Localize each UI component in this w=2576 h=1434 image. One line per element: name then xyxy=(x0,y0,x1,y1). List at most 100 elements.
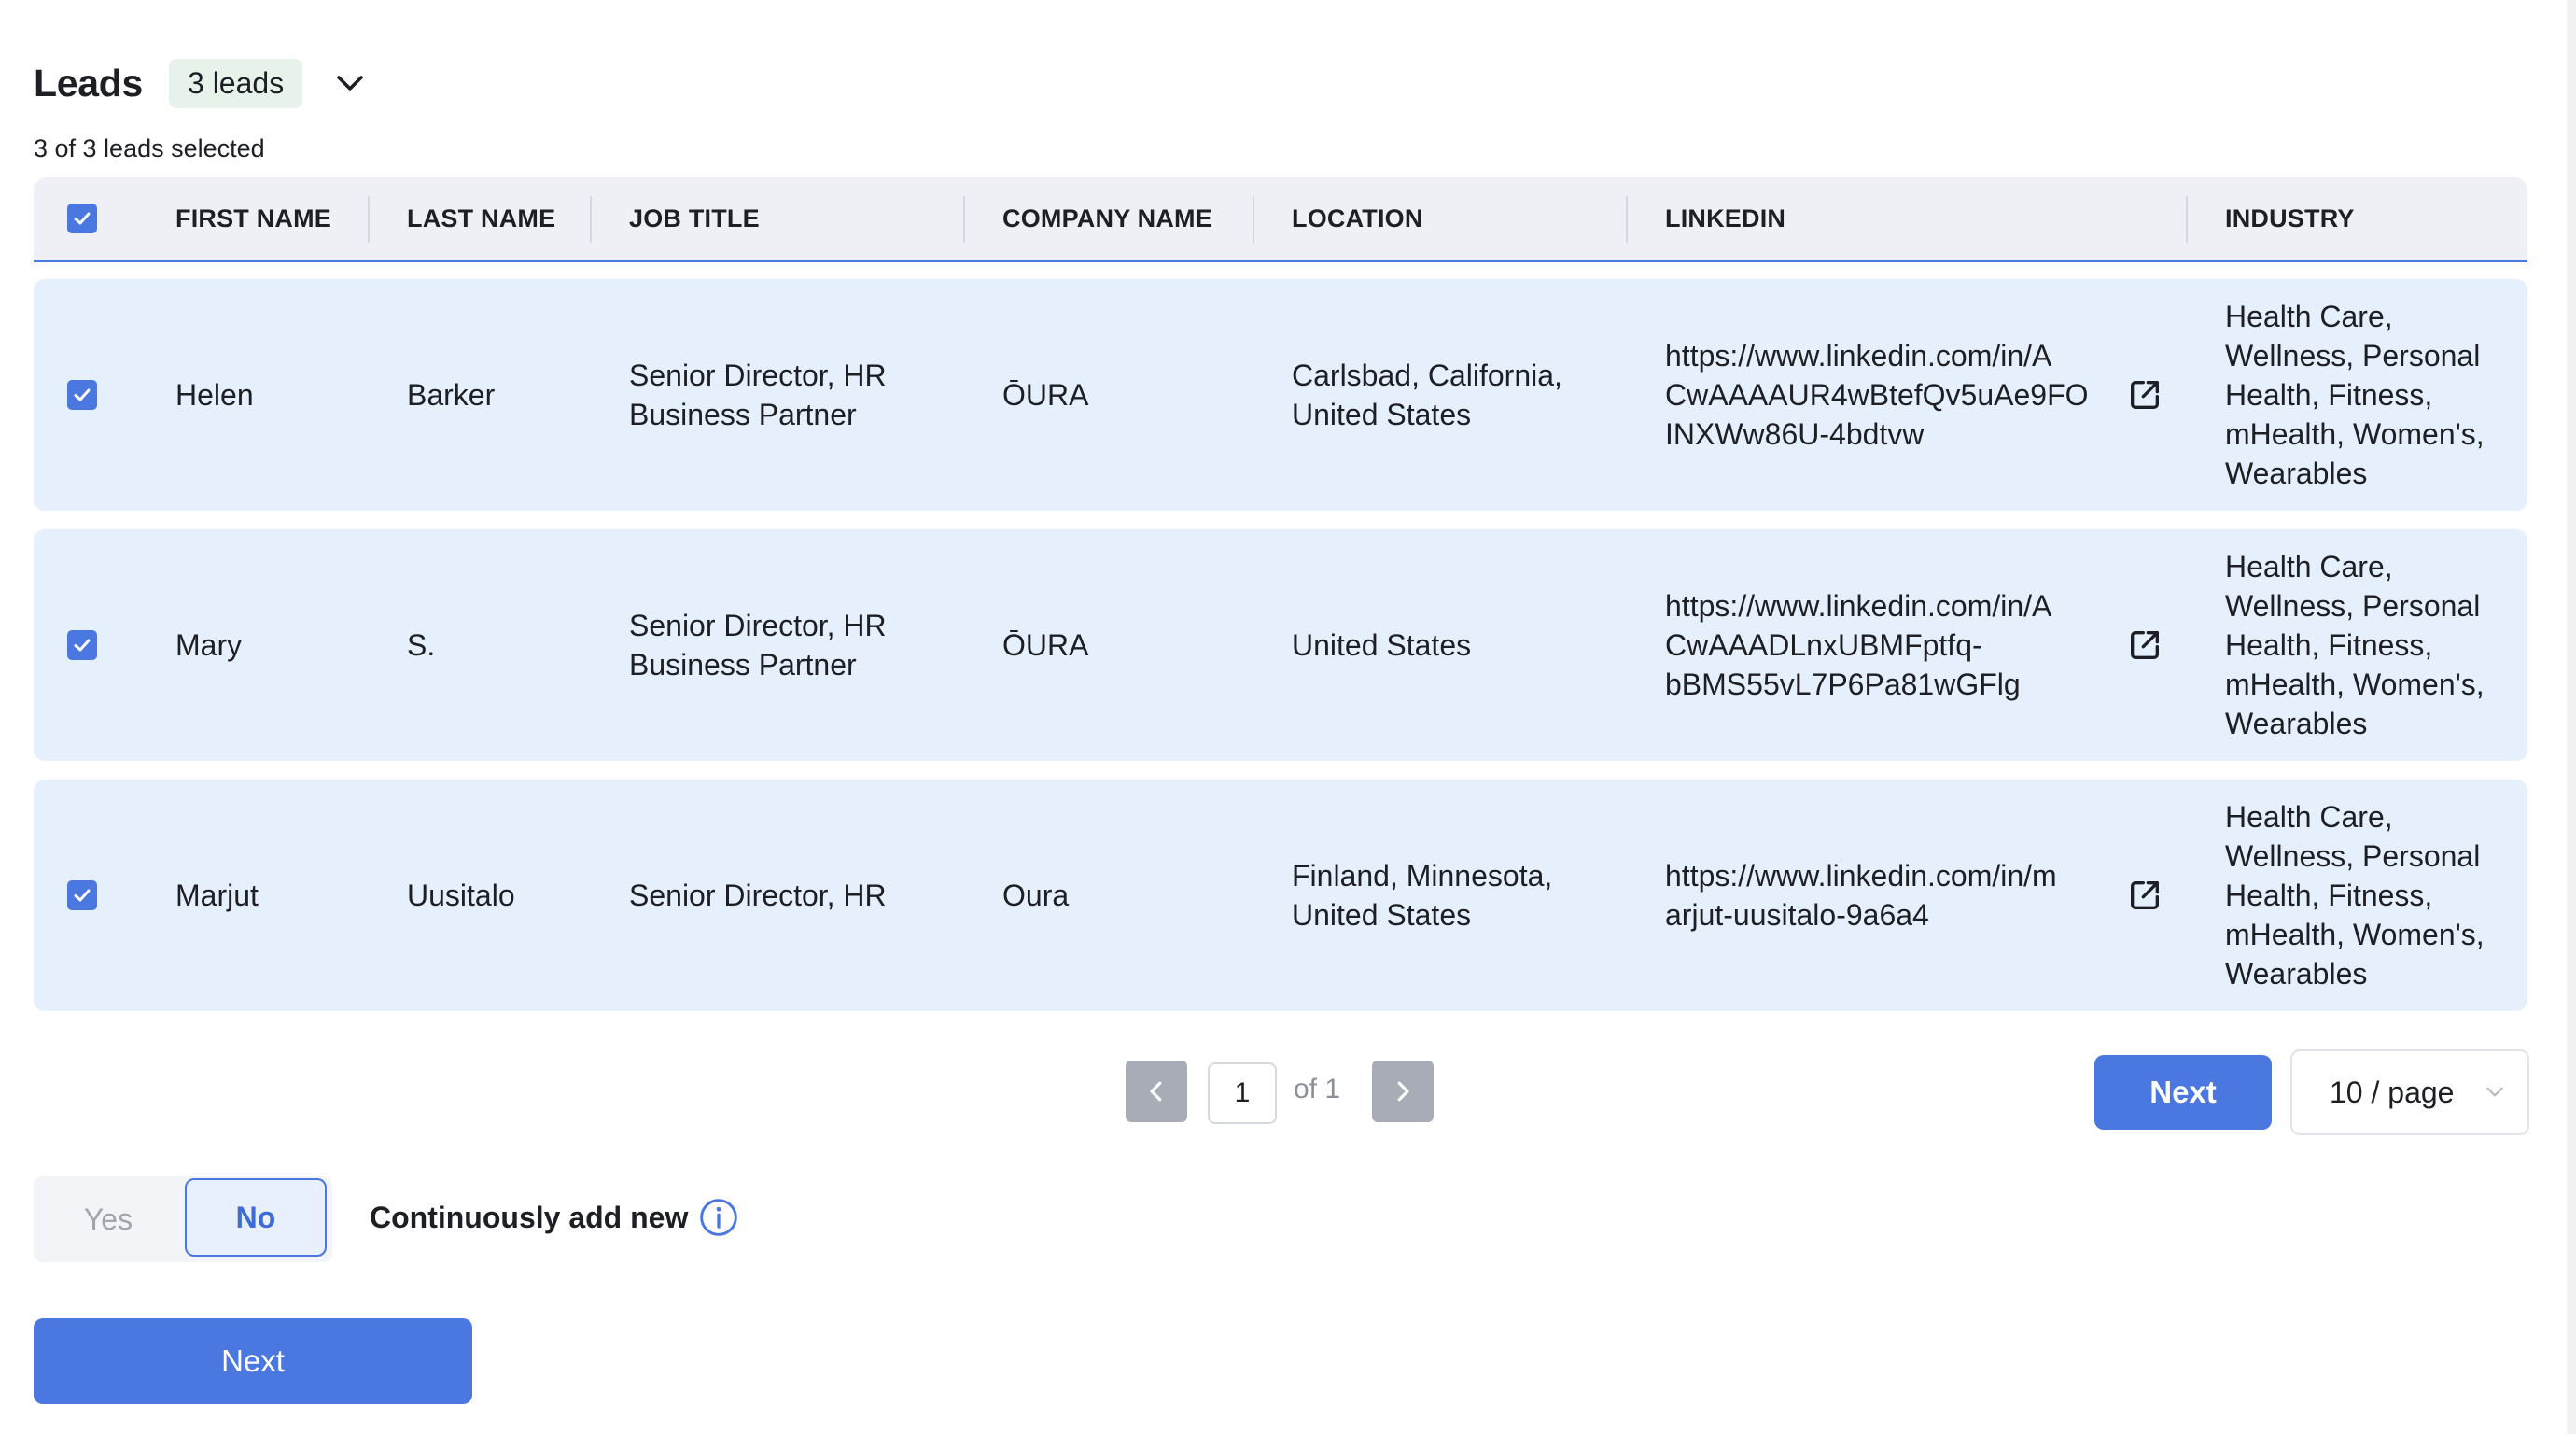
cell-first-name: Mary xyxy=(175,529,242,761)
industry-line: Wearables xyxy=(2225,957,2368,991)
industry-line: Health Care, xyxy=(2225,300,2393,333)
company-text: Oura xyxy=(1002,879,1070,912)
job-title-line: Senior Director, HR xyxy=(629,879,887,912)
row-select-cell xyxy=(67,529,97,761)
industry-line: mHealth, Women's, xyxy=(2225,668,2485,701)
row-select-cell xyxy=(67,279,97,511)
cell-job-title: Senior Director, HR xyxy=(629,780,887,1011)
industry-line: Wearables xyxy=(2225,457,2368,490)
linkedin-url-line: arjut-uusitalo-9a6a4 xyxy=(1665,898,1929,932)
select-all-checkbox[interactable] xyxy=(67,204,97,233)
column-divider[interactable] xyxy=(2186,196,2188,243)
row-checkbox[interactable] xyxy=(67,630,97,660)
column-divider[interactable] xyxy=(1626,196,1628,243)
cell-last-name: Uusitalo xyxy=(407,780,515,1011)
row-select-cell xyxy=(67,780,97,1011)
chevron-down-icon xyxy=(2486,1087,2503,1097)
company-text: ŌURA xyxy=(1002,628,1089,662)
row-checkbox[interactable] xyxy=(67,880,97,910)
cell-first-name: Marjut xyxy=(175,780,259,1011)
leads-table: FIRST NAME LAST NAME JOB TITLE COMPANY N… xyxy=(34,177,2527,1011)
column-header-last-name[interactable]: LAST NAME xyxy=(407,177,555,260)
column-header-company-name[interactable]: COMPANY NAME xyxy=(1002,177,1212,260)
job-title-line: Business Partner xyxy=(629,398,857,431)
table-row[interactable]: Mary S. Senior Director, HR Business Par… xyxy=(34,529,2527,761)
cell-industry: Health Care, Wellness, Personal Health, … xyxy=(2225,780,2485,1011)
column-header-location[interactable]: LOCATION xyxy=(1292,177,1423,260)
cell-job-title: Senior Director, HR Business Partner xyxy=(629,529,887,761)
scrollbar-track[interactable] xyxy=(2567,0,2576,1434)
first-name-text: Marjut xyxy=(175,879,259,912)
industry-line: Health Care, xyxy=(2225,550,2393,583)
info-icon[interactable] xyxy=(698,1197,739,1238)
table-header: FIRST NAME LAST NAME JOB TITLE COMPANY N… xyxy=(34,177,2527,262)
cell-location: Carlsbad, California, United States xyxy=(1292,279,1562,511)
column-header-industry[interactable]: INDUSTRY xyxy=(2225,177,2355,260)
industry-line: Health, Fitness, xyxy=(2225,879,2433,912)
page-size-select[interactable]: 10 / page xyxy=(2290,1049,2529,1135)
checkmark-icon xyxy=(74,889,91,902)
current-page-input[interactable]: 1 xyxy=(1208,1062,1277,1124)
cell-location: United States xyxy=(1292,529,1471,761)
continuous-add-label: Continuously add new xyxy=(370,1201,689,1234)
toggle-yes-option[interactable]: Yes xyxy=(34,1176,183,1262)
last-name-text: Uusitalo xyxy=(407,879,515,912)
leads-header: Leads 3 leads xyxy=(34,58,375,108)
column-header-first-name[interactable]: FIRST NAME xyxy=(175,177,331,260)
cell-job-title: Senior Director, HR Business Partner xyxy=(629,279,887,511)
job-title-line: Senior Director, HR xyxy=(629,358,887,392)
checkmark-icon xyxy=(74,639,91,652)
column-divider[interactable] xyxy=(590,196,592,243)
chevron-down-icon xyxy=(337,76,363,91)
page-title: Leads xyxy=(34,61,143,105)
continuous-add-toggle: Yes No xyxy=(34,1176,332,1262)
cell-industry: Health Care, Wellness, Personal Health, … xyxy=(2225,279,2485,511)
external-link-icon[interactable] xyxy=(2126,877,2163,914)
industry-line: Wellness, Personal xyxy=(2225,589,2481,623)
cell-last-name: S. xyxy=(407,529,435,761)
table-next-button[interactable]: Next xyxy=(2094,1055,2272,1130)
first-name-text: Mary xyxy=(175,628,243,662)
selection-summary: 3 of 3 leads selected xyxy=(34,134,265,162)
cell-location: Finland, Minnesota, United States xyxy=(1292,780,1552,1011)
external-link-icon[interactable] xyxy=(2126,626,2163,664)
industry-line: Health Care, xyxy=(2225,800,2393,834)
table-row[interactable]: Helen Barker Senior Director, HR Busines… xyxy=(34,279,2527,511)
column-header-linkedin[interactable]: LINKEDIN xyxy=(1665,177,1785,260)
first-name-text: Helen xyxy=(175,378,254,412)
toggle-no-option[interactable]: No xyxy=(185,1178,327,1257)
leads-expand-button[interactable] xyxy=(325,58,375,108)
linkedin-url-line: CwAAADLnxUBMFptfq- xyxy=(1665,628,1982,662)
location-line: United States xyxy=(1292,898,1472,932)
industry-line: Health, Fitness, xyxy=(2225,378,2433,412)
linkedin-url-line: CwAAAAUR4wBtefQv5uAe9FO xyxy=(1665,378,2089,412)
cell-industry: Health Care, Wellness, Personal Health, … xyxy=(2225,529,2485,761)
next-page-button[interactable] xyxy=(1372,1061,1434,1122)
page-count-label: of 1 xyxy=(1294,1074,1341,1104)
location-line: United States xyxy=(1292,628,1472,662)
industry-line: Health, Fitness, xyxy=(2225,628,2433,662)
cell-linkedin: https://www.linkedin.com/in/A CwAAAAUR4w… xyxy=(1665,279,2094,511)
external-link-icon[interactable] xyxy=(2126,376,2163,414)
column-header-job-title[interactable]: JOB TITLE xyxy=(629,177,760,260)
column-divider[interactable] xyxy=(1253,196,1254,243)
location-line: Carlsbad, California, xyxy=(1292,358,1562,392)
column-divider[interactable] xyxy=(963,196,965,243)
linkedin-url-line: https://www.linkedin.com/in/A xyxy=(1665,339,2052,373)
company-text: ŌURA xyxy=(1002,378,1089,412)
leads-page: Leads 3 leads 3 of 3 leads selected FIRS… xyxy=(0,0,2576,1434)
prev-page-button[interactable] xyxy=(1126,1061,1187,1122)
industry-line: mHealth, Women's, xyxy=(2225,417,2485,451)
linkedin-url-line: bBMS55vL7P6Pa81wGFlg xyxy=(1665,668,2021,701)
location-line: Finland, Minnesota, xyxy=(1292,859,1553,893)
row-checkbox[interactable] xyxy=(67,380,97,410)
cell-company: ŌURA xyxy=(1002,279,1088,511)
table-row[interactable]: Marjut Uusitalo Senior Director, HR Oura… xyxy=(34,780,2527,1011)
checkmark-icon xyxy=(74,388,91,401)
column-divider[interactable] xyxy=(368,196,370,243)
leads-count-badge: 3 leads xyxy=(169,58,303,108)
location-line: United States xyxy=(1292,398,1472,431)
industry-line: Wearables xyxy=(2225,707,2368,740)
job-title-line: Business Partner xyxy=(629,648,857,682)
next-button[interactable]: Next xyxy=(34,1318,472,1404)
